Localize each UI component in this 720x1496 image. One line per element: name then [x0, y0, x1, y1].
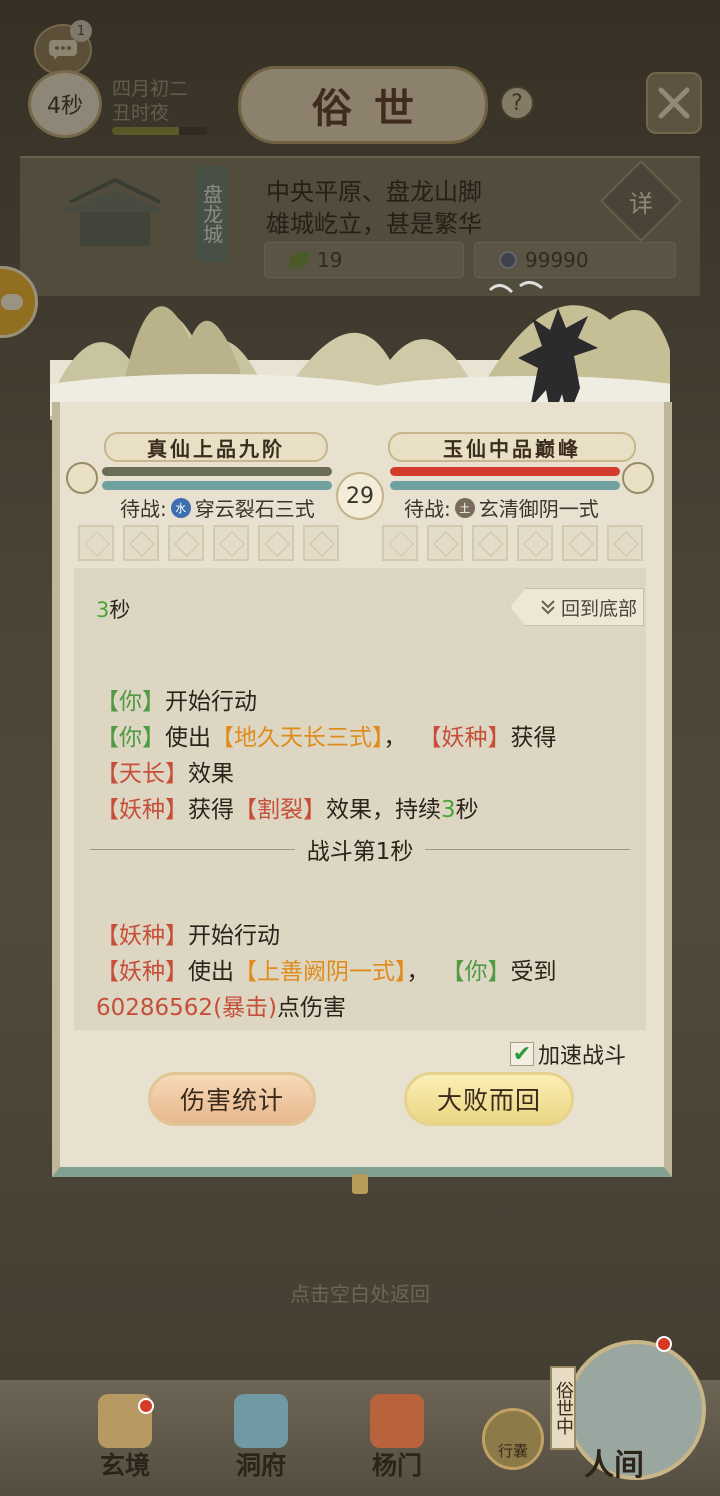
round-divider-label: 战斗第1秒: [306, 839, 414, 865]
nav-label: 杨门: [371, 1451, 422, 1480]
log-entry: 【妖种】使出【上善阙阴一式】， 【你】受到: [96, 959, 557, 985]
tap-to-return-hint: 点击空白处返回: [290, 1282, 430, 1306]
player-hp-bar: [102, 467, 332, 476]
damage-stats-button[interactable]: 伤害统计: [148, 1072, 316, 1126]
panel-knob-ornament: [352, 1174, 368, 1194]
player-buff-slot: [303, 525, 339, 561]
enemy-buff-slot: [427, 525, 463, 561]
log-entry: 【你】使出【地久天长三式】， 【妖种】获得: [96, 725, 557, 751]
nav-item-dongfu[interactable]: 洞府: [216, 1388, 306, 1488]
log-entry: 【你】开始行动: [96, 689, 257, 715]
enemy-buff-slot: [472, 525, 508, 561]
player-avatar-icon[interactable]: [66, 462, 98, 494]
player-buff-slot: [258, 525, 294, 561]
nav-item-yangmen[interactable]: 杨门: [352, 1388, 442, 1488]
player-skill-prefix: 待战:: [120, 497, 167, 521]
player-skill-name: 穿云裂石三式: [194, 497, 315, 521]
enemy-buff-slot: [517, 525, 553, 561]
enemy-pending-skill: 待战: 土 玄清御阴一式: [404, 493, 599, 522]
player-buff-slot: [78, 525, 114, 561]
speed-up-label: 加速战斗: [538, 1044, 627, 1069]
checkmark-icon: ✔: [512, 1041, 532, 1067]
enemy-hp-bar: [390, 467, 620, 476]
round-divider: 战斗第1秒: [90, 832, 631, 866]
player-buff-slot: [213, 525, 249, 561]
player-rank: 真仙上品九阶: [104, 432, 328, 462]
banner-icon: [370, 1394, 424, 1448]
enemy-rank: 玉仙中品巅峰: [388, 432, 636, 462]
nav-item-xuanjing[interactable]: 玄境: [80, 1388, 170, 1488]
notification-dot: [656, 1336, 672, 1352]
player-buff-slot: [123, 525, 159, 561]
water-element-icon: 水: [170, 497, 191, 518]
world-label: 人间: [584, 1448, 644, 1483]
log-entry: 【妖种】获得【割裂】效果，持续3秒: [96, 797, 479, 823]
log-entry: 60286562(暴击)点伤害: [96, 995, 347, 1021]
enemy-avatar-icon[interactable]: [622, 462, 654, 494]
speed-up-checkbox[interactable]: ✔: [510, 1041, 534, 1067]
speed-up-toggle[interactable]: ✔ 加速战斗: [510, 1038, 626, 1070]
player-energy-bar: [102, 481, 332, 490]
player-pending-skill: 待战: 水 穿云裂石三式: [120, 493, 315, 522]
enemy-buff-slot: [382, 525, 418, 561]
enemy-energy-bar: [390, 481, 620, 490]
log-entry: 【天长】效果: [96, 761, 234, 787]
round-counter: 29: [336, 472, 384, 520]
nav-label: 玄境: [99, 1451, 150, 1480]
pavilion-icon: [234, 1394, 288, 1448]
player-buff-slot: [168, 525, 204, 561]
nav-label: 洞府: [235, 1451, 286, 1480]
retreat-button[interactable]: 大败而回: [404, 1072, 574, 1126]
earth-element-icon: 土: [454, 497, 475, 518]
enemy-buff-slot: [562, 525, 598, 561]
log-entry: 【妖种】开始行动: [96, 923, 280, 949]
back-to-bottom-label: 回到底部: [560, 597, 637, 620]
world-status-tag: 俗世中: [550, 1366, 576, 1450]
double-chevron-down-icon: [541, 600, 555, 615]
enemy-buff-slot: [607, 525, 643, 561]
bag-button[interactable]: 行囊: [482, 1408, 544, 1470]
enemy-skill-prefix: 待战:: [404, 497, 451, 521]
log-time-header: 3秒: [96, 598, 131, 622]
back-to-bottom-button[interactable]: 回到底部: [510, 588, 644, 626]
enemy-skill-name: 玄清御阴一式: [478, 497, 599, 521]
notification-dot: [138, 1398, 154, 1414]
